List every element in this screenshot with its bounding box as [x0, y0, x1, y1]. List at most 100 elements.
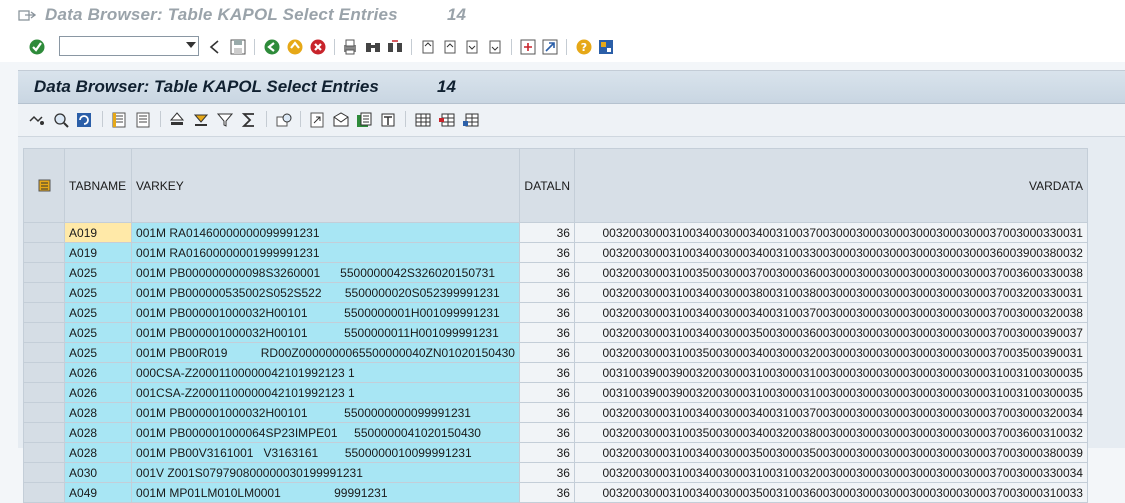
find-icon[interactable] [364, 38, 382, 56]
cell-vardata[interactable]: 0032003000310034003000350031003600300030… [573, 482, 1088, 503]
command-field[interactable] [59, 36, 199, 57]
find-next-icon[interactable] [386, 38, 404, 56]
cell-varkey[interactable]: 001M PB000000000098S3260001 5500000042S3… [131, 262, 520, 283]
refresh-icon[interactable] [75, 111, 93, 129]
cell-varkey[interactable]: 001M PB000001000032H00101 55000000000999… [131, 402, 520, 423]
cell-varkey[interactable]: 001M RA01460000000099991231 [131, 222, 520, 243]
command-input[interactable] [63, 39, 185, 57]
save-icon[interactable] [229, 38, 247, 56]
cell-dataln[interactable]: 36 [518, 442, 575, 463]
cell-tabname[interactable]: A025 [64, 322, 133, 343]
back-arrow-icon[interactable] [206, 38, 224, 56]
previous-page-icon[interactable] [441, 38, 459, 56]
table-row[interactable]: A019 001M RA01460000000099991231 36 0032003… [22, 222, 1088, 243]
cell-dataln[interactable]: 36 [518, 302, 575, 323]
cell-tabname[interactable]: A025 [64, 342, 133, 363]
export-icon[interactable] [308, 111, 326, 129]
shortcut-icon[interactable] [541, 38, 559, 56]
cell-dataln[interactable]: 36 [518, 382, 575, 403]
select-all-cell[interactable] [22, 148, 66, 223]
cell-tabname[interactable]: A026 [64, 362, 133, 383]
cell-vardata[interactable]: 0032003000310035003000340030003200300030… [573, 342, 1088, 363]
table-row[interactable]: A028 001M PB00V3161001 V3163161 550000001… [22, 442, 1088, 463]
help-icon[interactable]: ? [575, 38, 593, 56]
cell-vardata[interactable]: 0032003000310034003000340031003700300030… [573, 302, 1088, 323]
table-row[interactable]: A028 001M PB000001000064SP23IMPE01 550000… [22, 422, 1088, 443]
cell-tabname[interactable]: A025 [64, 262, 133, 283]
cell-dataln[interactable]: 36 [518, 322, 575, 343]
cell-tabname[interactable]: A049 [64, 482, 133, 503]
row-selector[interactable] [22, 402, 66, 423]
cell-varkey[interactable]: 001M PB00R019 RD00Z0000000065500000040ZN… [131, 342, 520, 363]
cancel-red-icon[interactable] [309, 38, 327, 56]
cell-dataln[interactable]: 36 [518, 402, 575, 423]
table-row[interactable]: A049 001M MP01LM010LM0001 99991231 36 00320… [22, 482, 1088, 503]
cell-dataln[interactable]: 36 [518, 222, 575, 243]
print-preview-icon[interactable] [275, 111, 293, 129]
total-icon[interactable] [240, 111, 258, 129]
cell-vardata[interactable]: 0032003000310034003000310031003200300030… [573, 462, 1088, 483]
row-selector[interactable] [22, 322, 66, 343]
row-selector[interactable] [22, 342, 66, 363]
table-row[interactable]: A025 001M PB00R019 RD00Z00000000655000000… [22, 342, 1088, 363]
cell-dataln[interactable]: 36 [518, 482, 575, 503]
check-table-icon[interactable] [28, 111, 46, 129]
display-icon[interactable] [52, 111, 70, 129]
cell-vardata[interactable]: 0032003000310034003000340031003700300030… [573, 222, 1088, 243]
cell-tabname[interactable]: A019 [64, 222, 133, 243]
filter-icon[interactable] [216, 111, 234, 129]
cell-vardata[interactable]: 0032003000310034003000350030003500300030… [573, 442, 1088, 463]
menu-exit-icon[interactable] [18, 8, 36, 22]
spreadsheet-icon[interactable] [355, 111, 373, 129]
cell-dataln[interactable]: 36 [518, 242, 575, 263]
sort-ascending-icon[interactable] [168, 111, 186, 129]
cell-tabname[interactable]: A025 [64, 302, 133, 323]
row-selector[interactable] [22, 282, 66, 303]
cell-vardata[interactable]: 0032003000310034003000340031003700300030… [573, 402, 1088, 423]
cell-vardata[interactable]: 0032003000310034003000380031003800300030… [573, 282, 1088, 303]
cell-varkey[interactable]: 001M MP01LM010LM0001 99991231 [131, 482, 520, 503]
column-header-dataln[interactable]: DATALN [518, 148, 575, 223]
row-selector[interactable] [22, 262, 66, 283]
cell-tabname[interactable]: A030 [64, 462, 133, 483]
back-green-icon[interactable] [263, 38, 281, 56]
cell-tabname[interactable]: A028 [64, 402, 133, 423]
change-layout-icon[interactable] [414, 111, 432, 129]
cell-varkey[interactable]: 000CSA-Z20001100000042101992123 1 [131, 362, 520, 383]
cell-dataln[interactable]: 36 [518, 342, 575, 363]
cell-vardata[interactable]: 0031003900390032003000310030003100300030… [573, 362, 1088, 383]
table-row[interactable]: A025 001M PB000001000032H00101 5500000011… [22, 322, 1088, 343]
cell-vardata[interactable]: 0032003000310035003000370030003600300030… [573, 262, 1088, 283]
cell-varkey[interactable]: 001M RA01600000001999991231 [131, 242, 520, 263]
select-layout-icon[interactable] [438, 111, 456, 129]
cell-vardata[interactable]: 0032003000310035003000340032003800300030… [573, 422, 1088, 443]
column-header-vardata[interactable]: VARDATA [573, 148, 1088, 223]
table-row[interactable]: A030 001V Z001S079790800000030199991231 36… [22, 462, 1088, 483]
row-selector[interactable] [22, 362, 66, 383]
cell-vardata[interactable]: 0032003000310034003000340031003300300030… [573, 242, 1088, 263]
row-selector[interactable] [22, 242, 66, 263]
table-row[interactable]: A028 001M PB000001000032H00101 5500000000… [22, 402, 1088, 423]
row-selector[interactable] [22, 222, 66, 243]
chevron-down-icon[interactable] [186, 42, 196, 48]
create-session-icon[interactable] [519, 38, 537, 56]
column-header-tabname[interactable]: TABNAME [64, 148, 133, 223]
cell-varkey[interactable]: 001M PB000001000064SP23IMPE01 5500000041… [131, 422, 520, 443]
table-row[interactable]: A026 001CSA-Z20001100000042101992123 1 36 0… [22, 382, 1088, 403]
print-icon[interactable] [341, 38, 359, 56]
table-row[interactable]: A025 001M PB000000535002S052S522 55000000… [22, 282, 1088, 303]
row-selector[interactable] [22, 382, 66, 403]
table-row[interactable]: A025 001M PB000001000032H00101 5500000001… [22, 302, 1088, 323]
enter-check-icon[interactable] [28, 38, 46, 56]
details-icon[interactable] [110, 111, 128, 129]
table-row[interactable]: A019 001M RA01600000001999991231 36 0032003… [22, 242, 1088, 263]
cell-varkey[interactable]: 001V Z001S079790800000030199991231 [131, 462, 520, 483]
cell-varkey[interactable]: 001CSA-Z20001100000042101992123 1 [131, 382, 520, 403]
cell-dataln[interactable]: 36 [518, 462, 575, 483]
next-page-icon[interactable] [463, 38, 481, 56]
cell-tabname[interactable]: A028 [64, 422, 133, 443]
cell-tabname[interactable]: A028 [64, 442, 133, 463]
cell-vardata[interactable]: 0031003900390032003000310030003100300030… [573, 382, 1088, 403]
exit-yellow-icon[interactable] [286, 38, 304, 56]
column-header-varkey[interactable]: VARKEY [131, 148, 520, 223]
